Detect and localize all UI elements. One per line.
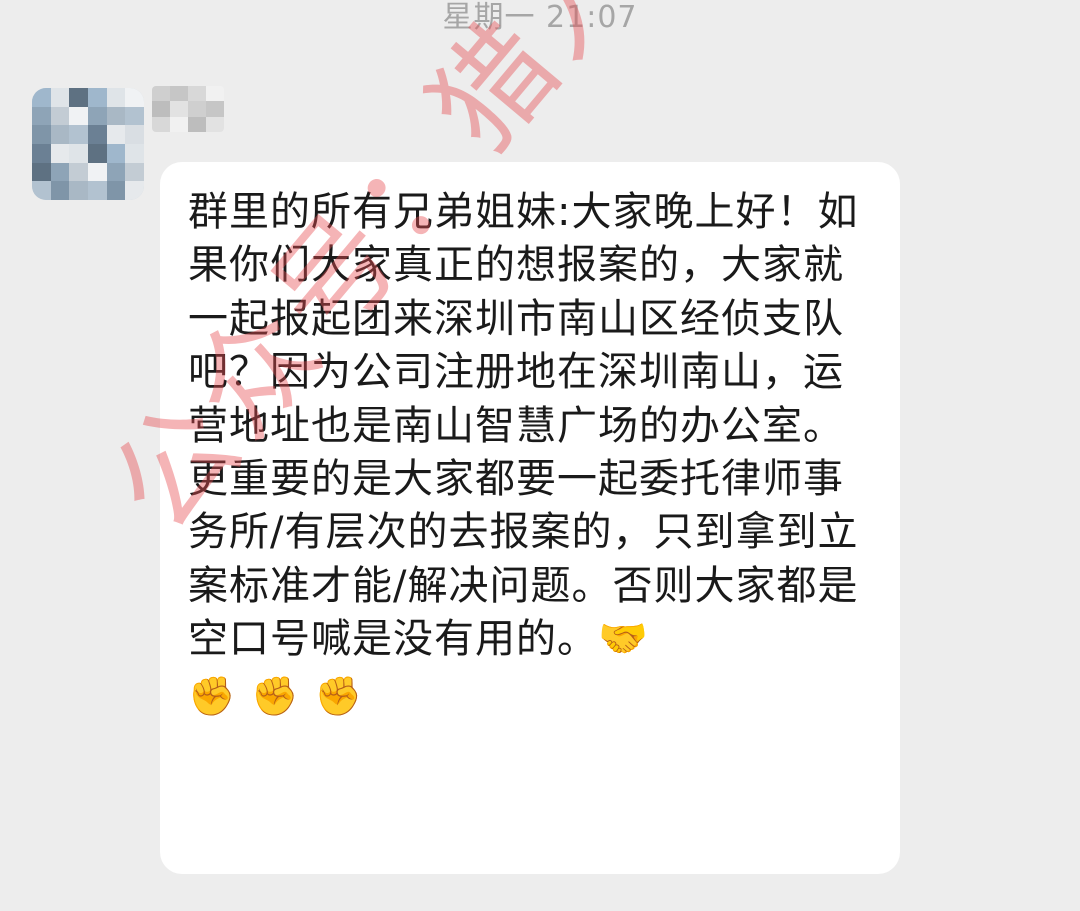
avatar-pixel xyxy=(69,125,88,144)
avatar-pixel xyxy=(32,125,51,144)
avatar-pixel xyxy=(106,88,126,107)
avatar-pixel xyxy=(69,88,88,107)
avatar-pixel xyxy=(106,125,126,144)
message-text: 群里的所有兄弟姐妹:大家晚上好！如果你们大家真正的想报案的，大家就一起报起团来深… xyxy=(188,186,874,667)
avatar-pixel xyxy=(32,162,51,182)
avatar-pixel xyxy=(87,88,107,107)
message-bubble[interactable]: 群里的所有兄弟姐妹:大家晚上好！如果你们大家真正的想报案的，大家就一起报起团来深… xyxy=(160,162,900,874)
name-pixel xyxy=(206,116,224,132)
name-pixel xyxy=(170,86,188,102)
sender-avatar[interactable] xyxy=(32,88,144,200)
avatar-pixel xyxy=(125,125,144,144)
name-pixel xyxy=(188,116,206,132)
name-pixel xyxy=(170,116,188,132)
avatar-pixel xyxy=(106,162,126,182)
avatar-pixel xyxy=(50,125,70,144)
avatar-pixel xyxy=(69,162,88,182)
avatar-pixel xyxy=(87,162,107,182)
avatar-pixel xyxy=(50,162,70,182)
avatar-pixel xyxy=(87,181,107,200)
avatar-pixel xyxy=(69,181,88,200)
name-pixel xyxy=(170,101,188,117)
avatar-pixel xyxy=(32,181,51,200)
avatar-pixel xyxy=(87,125,107,144)
avatar-pixel xyxy=(32,88,51,107)
avatar-pixel xyxy=(87,143,107,163)
avatar-pixel xyxy=(125,181,144,200)
avatar-pixel xyxy=(69,143,88,163)
avatar-pixel xyxy=(125,88,144,107)
avatar-pixel xyxy=(50,181,70,200)
avatar-pixel xyxy=(69,106,88,126)
name-pixel xyxy=(188,86,206,102)
avatar-pixel xyxy=(106,143,126,163)
avatar-pixel xyxy=(50,143,70,163)
raised-fist-emoji-icon: ✊ xyxy=(251,673,299,718)
sender-name xyxy=(152,86,224,132)
name-pixel xyxy=(152,116,170,132)
name-pixel xyxy=(152,101,170,117)
handshake-emoji-icon: 🤝 xyxy=(598,616,649,663)
name-pixel xyxy=(206,101,224,117)
name-pixel xyxy=(188,101,206,117)
avatar-pixel xyxy=(106,181,126,200)
sender-name-text xyxy=(152,86,153,87)
avatar-pixel xyxy=(125,143,144,163)
avatar-pixel xyxy=(106,106,126,126)
name-pixel xyxy=(152,86,170,102)
message-timestamp: 星期一 21:07 xyxy=(442,0,638,35)
avatar-pixel xyxy=(125,162,144,182)
emoji-row: ✊ ✊ ✊ xyxy=(188,671,874,721)
raised-fist-emoji-icon: ✊ xyxy=(188,673,236,718)
chat-view: 星期一 21:07 群里的所有兄弟姐妹:大家晚上好！如果你们大家真正的想报案的，… xyxy=(0,0,1080,911)
avatar-pixel xyxy=(32,143,51,163)
name-pixel xyxy=(206,86,224,102)
avatar-pixel xyxy=(125,106,144,126)
avatar-pixel xyxy=(87,106,107,126)
avatar-pixel xyxy=(50,106,70,126)
raised-fist-emoji-icon: ✊ xyxy=(314,673,363,718)
avatar-pixel xyxy=(32,106,51,126)
message-body: 群里的所有兄弟姐妹:大家晚上好！如果你们大家真正的想报案的，大家就一起报起团来深… xyxy=(188,189,859,663)
avatar-pixel xyxy=(50,88,70,107)
